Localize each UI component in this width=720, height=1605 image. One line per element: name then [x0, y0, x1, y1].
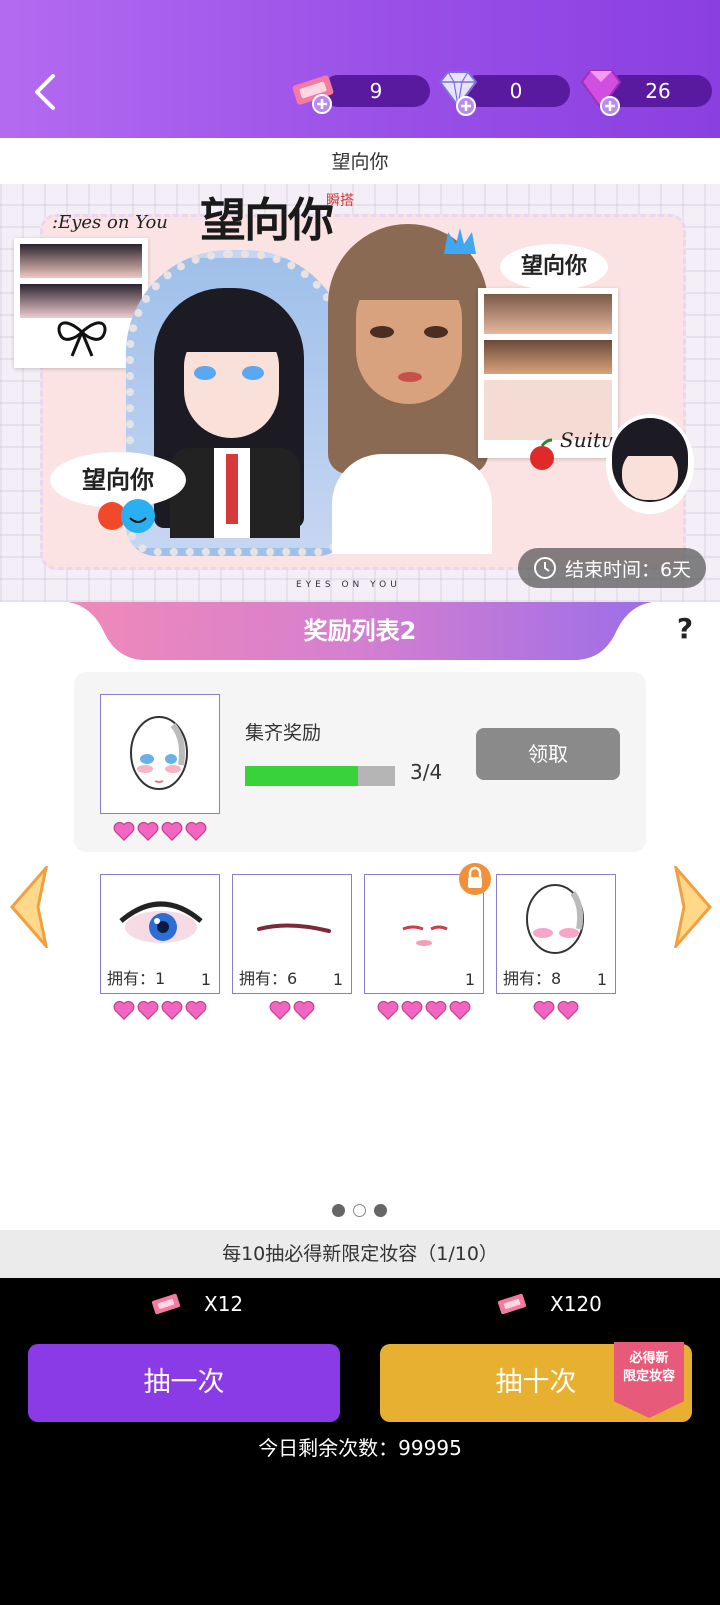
main-rarity-hearts: [100, 820, 220, 842]
ticket-count: 9: [369, 79, 383, 103]
item-qty: 1: [332, 970, 343, 989]
sticker-suitu: Suitu: [560, 428, 614, 452]
heart-icon: [137, 1000, 159, 1020]
back-arrow-icon: [35, 74, 55, 110]
heart-icon: [113, 1000, 135, 1020]
ticket-icon[interactable]: [288, 66, 340, 116]
heart-icon: [293, 1000, 315, 1020]
diamond-icon[interactable]: [432, 66, 484, 116]
heart-icon: [113, 821, 135, 841]
gem-count: 26: [645, 79, 671, 103]
item-brow-hearts: [232, 999, 352, 1021]
item-owned-count: 拥有：1: [107, 969, 166, 988]
item-blush-hearts: [496, 999, 616, 1021]
blush-face-icon: [526, 884, 584, 954]
eyebrow-icon: [257, 923, 331, 933]
heart-icon: [269, 1000, 291, 1020]
guarantee-banner: 每10抽必得新限定妆容（1/10）: [0, 1230, 720, 1278]
ten-draw-cost: X120: [550, 1292, 602, 1316]
page-dot-2[interactable]: [353, 1204, 366, 1217]
prev-page-arrow-icon[interactable]: [8, 866, 50, 948]
item-eye-hearts: [100, 999, 220, 1021]
heart-icon: [185, 1000, 207, 1020]
badge-line-1: 必得新: [629, 1351, 669, 1366]
banner-logo-sub: 瞬搭: [326, 193, 354, 209]
timer-text: 结束时间：6天: [564, 558, 692, 581]
single-draw-cost: X12: [204, 1292, 244, 1316]
remaining-draws-text: 今日剩余次数：99995: [258, 1436, 462, 1460]
gem-icon[interactable]: [576, 66, 628, 116]
lock-icon: [459, 863, 491, 895]
heart-icon: [377, 1000, 399, 1020]
collection-progress-text: 3/4: [410, 760, 443, 784]
item-qty: 1: [464, 970, 475, 989]
heart-icon: [161, 1000, 183, 1020]
apple-icon: [530, 438, 554, 470]
heart-icon: [401, 1000, 423, 1020]
item-brow[interactable]: 拥有：6 1: [232, 874, 352, 994]
face-icon: [130, 716, 188, 790]
banner-tagline: :Eyes on You: [52, 212, 168, 233]
crown-icon: [444, 228, 476, 254]
item-qty: 1: [596, 970, 607, 989]
smiley-icons: [98, 499, 155, 533]
heart-icon: [425, 1000, 447, 1020]
heart-icon: [557, 1000, 579, 1020]
heart-icon: [533, 1000, 555, 1020]
collection-progress-fill: [245, 766, 358, 786]
claim-button[interactable]: 领取: [476, 728, 620, 780]
back-button[interactable]: [24, 62, 64, 122]
chibi-portrait: [606, 414, 694, 514]
reward-preview-thumb[interactable]: [100, 694, 220, 814]
item-eye[interactable]: 拥有：1 1: [100, 874, 220, 994]
diamond-count: 0: [509, 79, 523, 103]
heart-icon: [185, 821, 207, 841]
item-blush[interactable]: 拥有：8 1: [496, 874, 616, 994]
collect-reward-label: 集齐奖励: [245, 722, 322, 744]
heart-icon: [137, 821, 159, 841]
page-title: 望向你: [331, 151, 389, 173]
page-dot-1[interactable]: [332, 1204, 345, 1217]
banner-footer-text: EYES ON YOU: [296, 580, 401, 590]
eye-makeup-icon: [119, 901, 203, 943]
clock-icon: [533, 557, 556, 579]
heart-icon: [161, 821, 183, 841]
ribbon-bow-icon: [57, 321, 107, 357]
ticket-cost-icon: [497, 1293, 527, 1315]
draw-once-button[interactable]: 抽一次: [28, 1344, 340, 1422]
sticker-right: 望向你: [500, 244, 608, 290]
event-banner: :Eyes on You 望向你 瞬搭 望向你 Suitu 望向你 EYES O…: [0, 184, 720, 602]
item-qty: 1: [200, 970, 211, 989]
item-owned-count: 拥有：8: [503, 969, 562, 988]
next-page-arrow-icon[interactable]: [672, 866, 714, 948]
item-owned-count: 拥有：6: [239, 969, 298, 988]
badge-line-2: 限定妆容: [622, 1369, 675, 1384]
event-timer: 结束时间：6天: [518, 548, 706, 588]
reward-list-title: 奖励列表2: [303, 617, 417, 645]
help-button[interactable]: ?: [668, 612, 702, 652]
ticket-cost-icon: [151, 1293, 181, 1315]
page-dot-3[interactable]: [374, 1204, 387, 1217]
heart-icon: [449, 1000, 471, 1020]
item-lips-hearts: [364, 999, 484, 1021]
